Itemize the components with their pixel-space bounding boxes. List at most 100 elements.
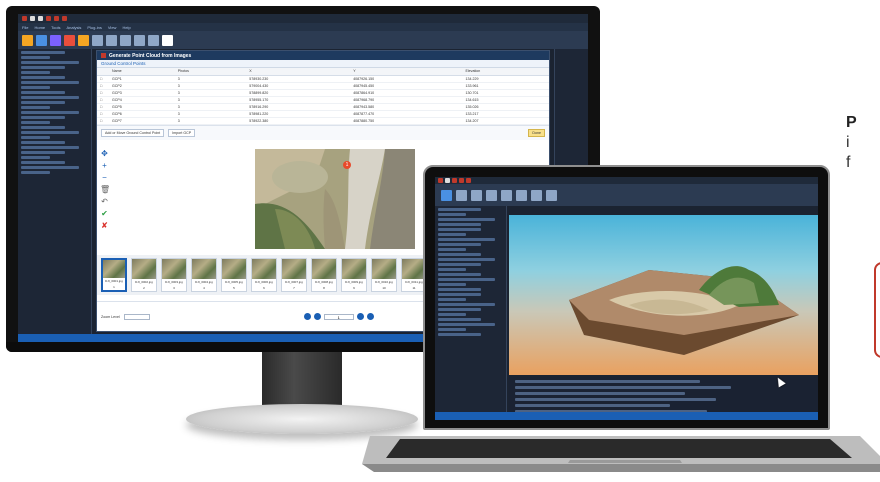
row-checkbox[interactable]: □ <box>97 96 109 104</box>
image-thumbnail[interactable]: DJI_0010.jpg 10 <box>371 258 397 292</box>
next-icon[interactable] <box>356 313 364 320</box>
tree-item[interactable] <box>438 318 481 321</box>
tree-item[interactable] <box>21 156 51 159</box>
tree-item[interactable] <box>438 278 495 281</box>
image-thumbnail[interactable]: DJI_0009.jpg 9 <box>341 258 367 292</box>
tree-item[interactable] <box>21 136 51 139</box>
done-button[interactable]: Done <box>528 128 545 137</box>
table-row[interactable]: □ GCP5 3 578916.290 4087943.580 135.026 <box>97 103 549 111</box>
tab-home[interactable]: Home <box>34 25 45 30</box>
tree-item[interactable] <box>438 238 495 241</box>
tab-file[interactable]: File <box>22 25 28 30</box>
table-row[interactable]: □ GCP2 3 579004.430 4087945.450 133.961 <box>97 82 549 90</box>
tree-item[interactable] <box>21 151 65 154</box>
tree-item[interactable] <box>438 308 481 311</box>
tree-item[interactable] <box>438 273 481 276</box>
tool-icon[interactable] <box>546 189 557 201</box>
tree-item[interactable] <box>438 293 481 296</box>
tab-plugins[interactable]: Plug-ins <box>87 25 101 30</box>
tree-item[interactable] <box>438 263 481 266</box>
tree-item[interactable] <box>438 218 495 221</box>
pan-icon[interactable]: ✥ <box>100 149 109 158</box>
image-icon[interactable] <box>50 34 61 46</box>
tool-icon[interactable] <box>471 189 482 201</box>
tree-item[interactable] <box>21 81 80 84</box>
tree-item[interactable] <box>438 268 467 271</box>
row-checkbox[interactable]: □ <box>97 117 109 125</box>
tree-item[interactable] <box>21 66 65 69</box>
drone-photo[interactable]: 1 <box>255 149 415 249</box>
quick-tool-icon[interactable] <box>54 16 59 21</box>
image-thumbnail[interactable]: DJI_0001.jpg 1 <box>101 258 127 292</box>
point-cloud-icon[interactable] <box>441 189 452 201</box>
filter-icon[interactable] <box>134 34 145 46</box>
tree-item[interactable] <box>438 223 481 226</box>
page-field[interactable]: 1 <box>323 313 354 320</box>
save-icon[interactable] <box>445 178 450 183</box>
tree-item[interactable] <box>438 283 467 286</box>
image-thumbnail[interactable]: DJI_0005.jpg 5 <box>221 258 247 292</box>
tree-item[interactable] <box>438 208 481 211</box>
tree-item[interactable] <box>21 51 65 54</box>
measure-icon[interactable] <box>120 34 131 46</box>
3d-view[interactable] <box>509 215 818 375</box>
table-row[interactable]: □ GCP7 3 578922.380 4087880.750 134.207 <box>97 117 549 125</box>
crop-icon[interactable] <box>92 34 103 46</box>
tree-item[interactable] <box>21 61 80 64</box>
col-header-name[interactable]: Name <box>109 68 175 76</box>
export-icon[interactable] <box>64 34 75 46</box>
classify-icon[interactable] <box>148 34 159 46</box>
tree-item[interactable] <box>438 328 467 331</box>
quick-tool-icon[interactable] <box>459 178 464 183</box>
tool-icon[interactable] <box>486 189 497 201</box>
tree-item[interactable] <box>21 141 65 144</box>
tree-item[interactable] <box>21 171 51 174</box>
tree-item[interactable] <box>21 126 65 129</box>
import-gcp-button[interactable]: Import GCP <box>168 128 196 137</box>
table-row[interactable]: □ GCP6 3 578981.220 4087877.470 133.217 <box>97 110 549 118</box>
tree-item[interactable] <box>438 298 467 301</box>
tree-item[interactable] <box>438 323 495 326</box>
tree-item[interactable] <box>21 131 80 134</box>
tool-icon[interactable] <box>531 189 542 201</box>
open-folder-icon[interactable] <box>22 34 33 46</box>
image-thumbnail[interactable]: DJI_0003.jpg 3 <box>161 258 187 292</box>
quick-tool-icon[interactable] <box>62 16 67 21</box>
col-header-elevation[interactable]: Elevation <box>462 68 549 76</box>
save-icon[interactable] <box>30 16 35 21</box>
tree-item[interactable] <box>21 86 51 89</box>
prev-page-icon[interactable] <box>303 313 311 320</box>
accept-icon[interactable]: ✔ <box>100 209 109 218</box>
row-checkbox[interactable]: □ <box>97 103 109 111</box>
tree-item[interactable] <box>21 111 80 114</box>
add-gcp-button[interactable]: Add or Move Ground Control Point <box>101 128 165 137</box>
tree-item[interactable] <box>21 106 51 109</box>
tree-item[interactable] <box>21 91 65 94</box>
tool-icon[interactable] <box>516 189 527 201</box>
table-row[interactable]: □ GCP4 3 578955.170 4087968.790 134.615 <box>97 96 549 104</box>
image-thumbnail[interactable]: DJI_0008.jpg 8 <box>311 258 337 292</box>
tree-item[interactable] <box>21 96 80 99</box>
zoom-out-icon[interactable]: − <box>100 173 109 182</box>
tree-item[interactable] <box>21 101 65 104</box>
tree-item[interactable] <box>21 121 51 124</box>
image-thumbnail[interactable]: DJI_0007.jpg 7 <box>281 258 307 292</box>
tree-item[interactable] <box>438 228 481 231</box>
col-header-photos[interactable]: Photos <box>174 68 247 76</box>
tree-item[interactable] <box>21 166 80 169</box>
tab-view[interactable]: View <box>108 25 117 30</box>
prev-icon[interactable] <box>313 313 321 320</box>
zoom-in-icon[interactable]: + <box>100 161 109 170</box>
quick-tool-icon[interactable] <box>466 178 471 183</box>
table-row[interactable]: □ GCP3 3 578899.820 4087864.910 130.701 <box>97 89 549 97</box>
image-thumbnail[interactable]: DJI_0002.jpg 2 <box>131 258 157 292</box>
row-checkbox[interactable]: □ <box>97 110 109 118</box>
col-header-y[interactable]: Y <box>350 68 463 76</box>
tree-item[interactable] <box>438 243 481 246</box>
image-thumbnail[interactable]: DJI_0004.jpg 4 <box>191 258 217 292</box>
table-row[interactable]: □ GCP1 3 578930.230 4087926.150 134.229 <box>97 75 549 83</box>
tree-item[interactable] <box>438 248 467 251</box>
transform-icon[interactable] <box>106 34 117 46</box>
tool-icon[interactable] <box>501 189 512 201</box>
row-checkbox[interactable]: □ <box>97 75 109 83</box>
